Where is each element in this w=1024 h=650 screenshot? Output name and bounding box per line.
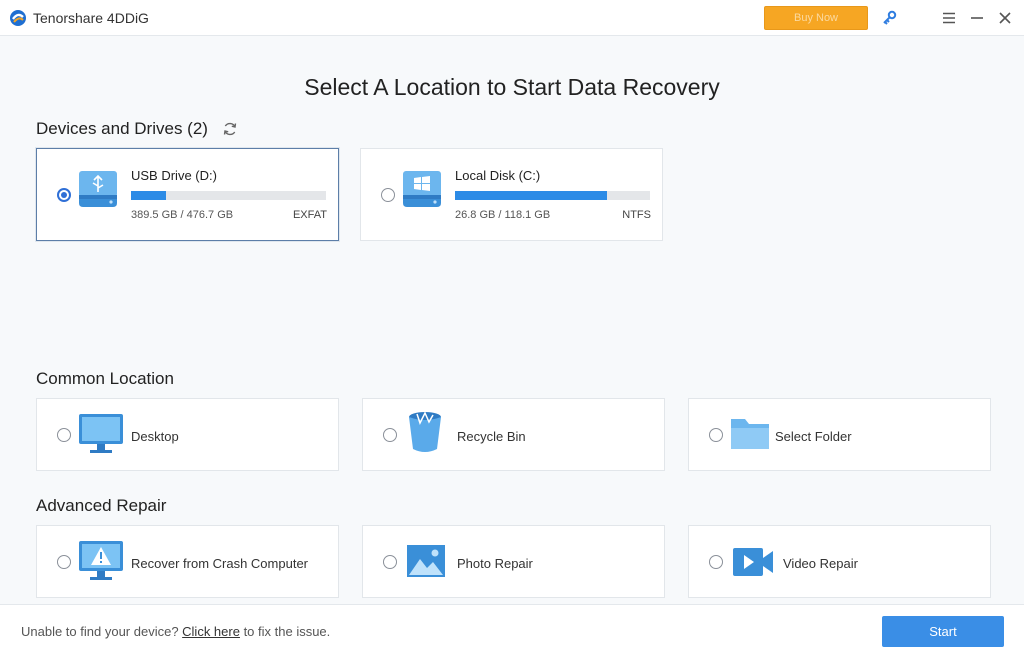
app-title: Tenorshare 4DDiG bbox=[33, 10, 149, 26]
page-title: Select A Location to Start Data Recovery bbox=[304, 74, 720, 100]
windows-disk-icon bbox=[403, 171, 441, 207]
advanced-section-title: Advanced Repair bbox=[36, 496, 167, 515]
start-button[interactable]: Start bbox=[882, 616, 1004, 647]
footer-text-after: to fix the issue. bbox=[239, 624, 331, 639]
location-label: Recycle Bin bbox=[457, 429, 526, 444]
footer-help-text: Unable to find your device? Click here t… bbox=[21, 624, 330, 639]
drive-filesystem: NTFS bbox=[622, 209, 651, 221]
click-here-link[interactable]: Click here bbox=[182, 624, 240, 639]
drive-filesystem: EXFAT bbox=[292, 209, 327, 221]
usb-drive-icon bbox=[79, 171, 117, 207]
video-camera-icon bbox=[733, 548, 773, 576]
location-card-select-folder[interactable]: Select Folder bbox=[688, 398, 991, 471]
devices-section-title: Devices and Drives (2) bbox=[36, 119, 237, 139]
drive-usage-fill bbox=[455, 191, 608, 200]
repair-label: Recover from Crash Computer bbox=[131, 556, 308, 571]
location-radio-desktop[interactable] bbox=[57, 428, 71, 442]
devices-section-label: Devices and Drives (2) bbox=[36, 119, 208, 138]
repair-radio-photo[interactable] bbox=[383, 555, 397, 569]
crash-computer-icon bbox=[79, 541, 123, 580]
menu-icon[interactable] bbox=[939, 8, 959, 28]
refresh-icon[interactable] bbox=[222, 121, 238, 137]
footer-bar: Unable to find your device? Click here t… bbox=[0, 604, 1024, 650]
photo-icon bbox=[407, 545, 445, 577]
location-card-desktop[interactable]: Desktop bbox=[36, 398, 339, 471]
recycle-bin-icon bbox=[409, 411, 441, 452]
repair-label: Video Repair bbox=[783, 556, 858, 571]
drive-usage-bar bbox=[131, 191, 326, 200]
repair-label: Photo Repair bbox=[457, 556, 533, 571]
drive-radio-usb[interactable] bbox=[57, 188, 71, 202]
repair-card-photo[interactable]: Photo Repair bbox=[362, 525, 665, 598]
monitor-icon bbox=[79, 414, 123, 453]
drive-card-usb[interactable]: USB Drive (D:) 389.5 GB / 476.7 GB EXFAT bbox=[36, 148, 339, 241]
key-icon[interactable] bbox=[879, 8, 899, 28]
drive-name: Local Disk (C:) bbox=[455, 168, 541, 183]
close-icon[interactable] bbox=[995, 8, 1015, 28]
drive-usage-bar bbox=[455, 191, 650, 200]
title-bar: Tenorshare 4DDiG Buy Now bbox=[0, 0, 1024, 36]
repair-card-video[interactable]: Video Repair bbox=[688, 525, 991, 598]
drive-name: USB Drive (D:) bbox=[131, 168, 217, 183]
app-logo-icon bbox=[10, 10, 26, 26]
location-label: Select Folder bbox=[775, 429, 852, 444]
footer-text-before: Unable to find your device? bbox=[21, 624, 183, 639]
drive-radio-local-disk[interactable] bbox=[381, 188, 395, 202]
drive-card-local-disk[interactable]: Local Disk (C:) 26.8 GB / 118.1 GB NTFS bbox=[360, 148, 663, 241]
common-section-title: Common Location bbox=[36, 369, 174, 388]
repair-radio-crash-computer[interactable] bbox=[57, 555, 71, 569]
folder-icon bbox=[731, 419, 769, 449]
drive-usage-fill bbox=[131, 191, 167, 200]
drive-size: 389.5 GB / 476.7 GB bbox=[131, 209, 234, 221]
buy-now-button[interactable]: Buy Now bbox=[764, 6, 868, 30]
repair-radio-video[interactable] bbox=[709, 555, 723, 569]
location-card-recycle-bin[interactable]: Recycle Bin bbox=[362, 398, 665, 471]
repair-card-crash-computer[interactable]: Recover from Crash Computer bbox=[36, 525, 339, 598]
drive-size: 26.8 GB / 118.1 GB bbox=[455, 209, 551, 221]
location-radio-select-folder[interactable] bbox=[709, 428, 723, 442]
location-radio-recycle-bin[interactable] bbox=[383, 428, 397, 442]
minimize-icon[interactable] bbox=[967, 8, 987, 28]
location-label: Desktop bbox=[131, 429, 179, 444]
